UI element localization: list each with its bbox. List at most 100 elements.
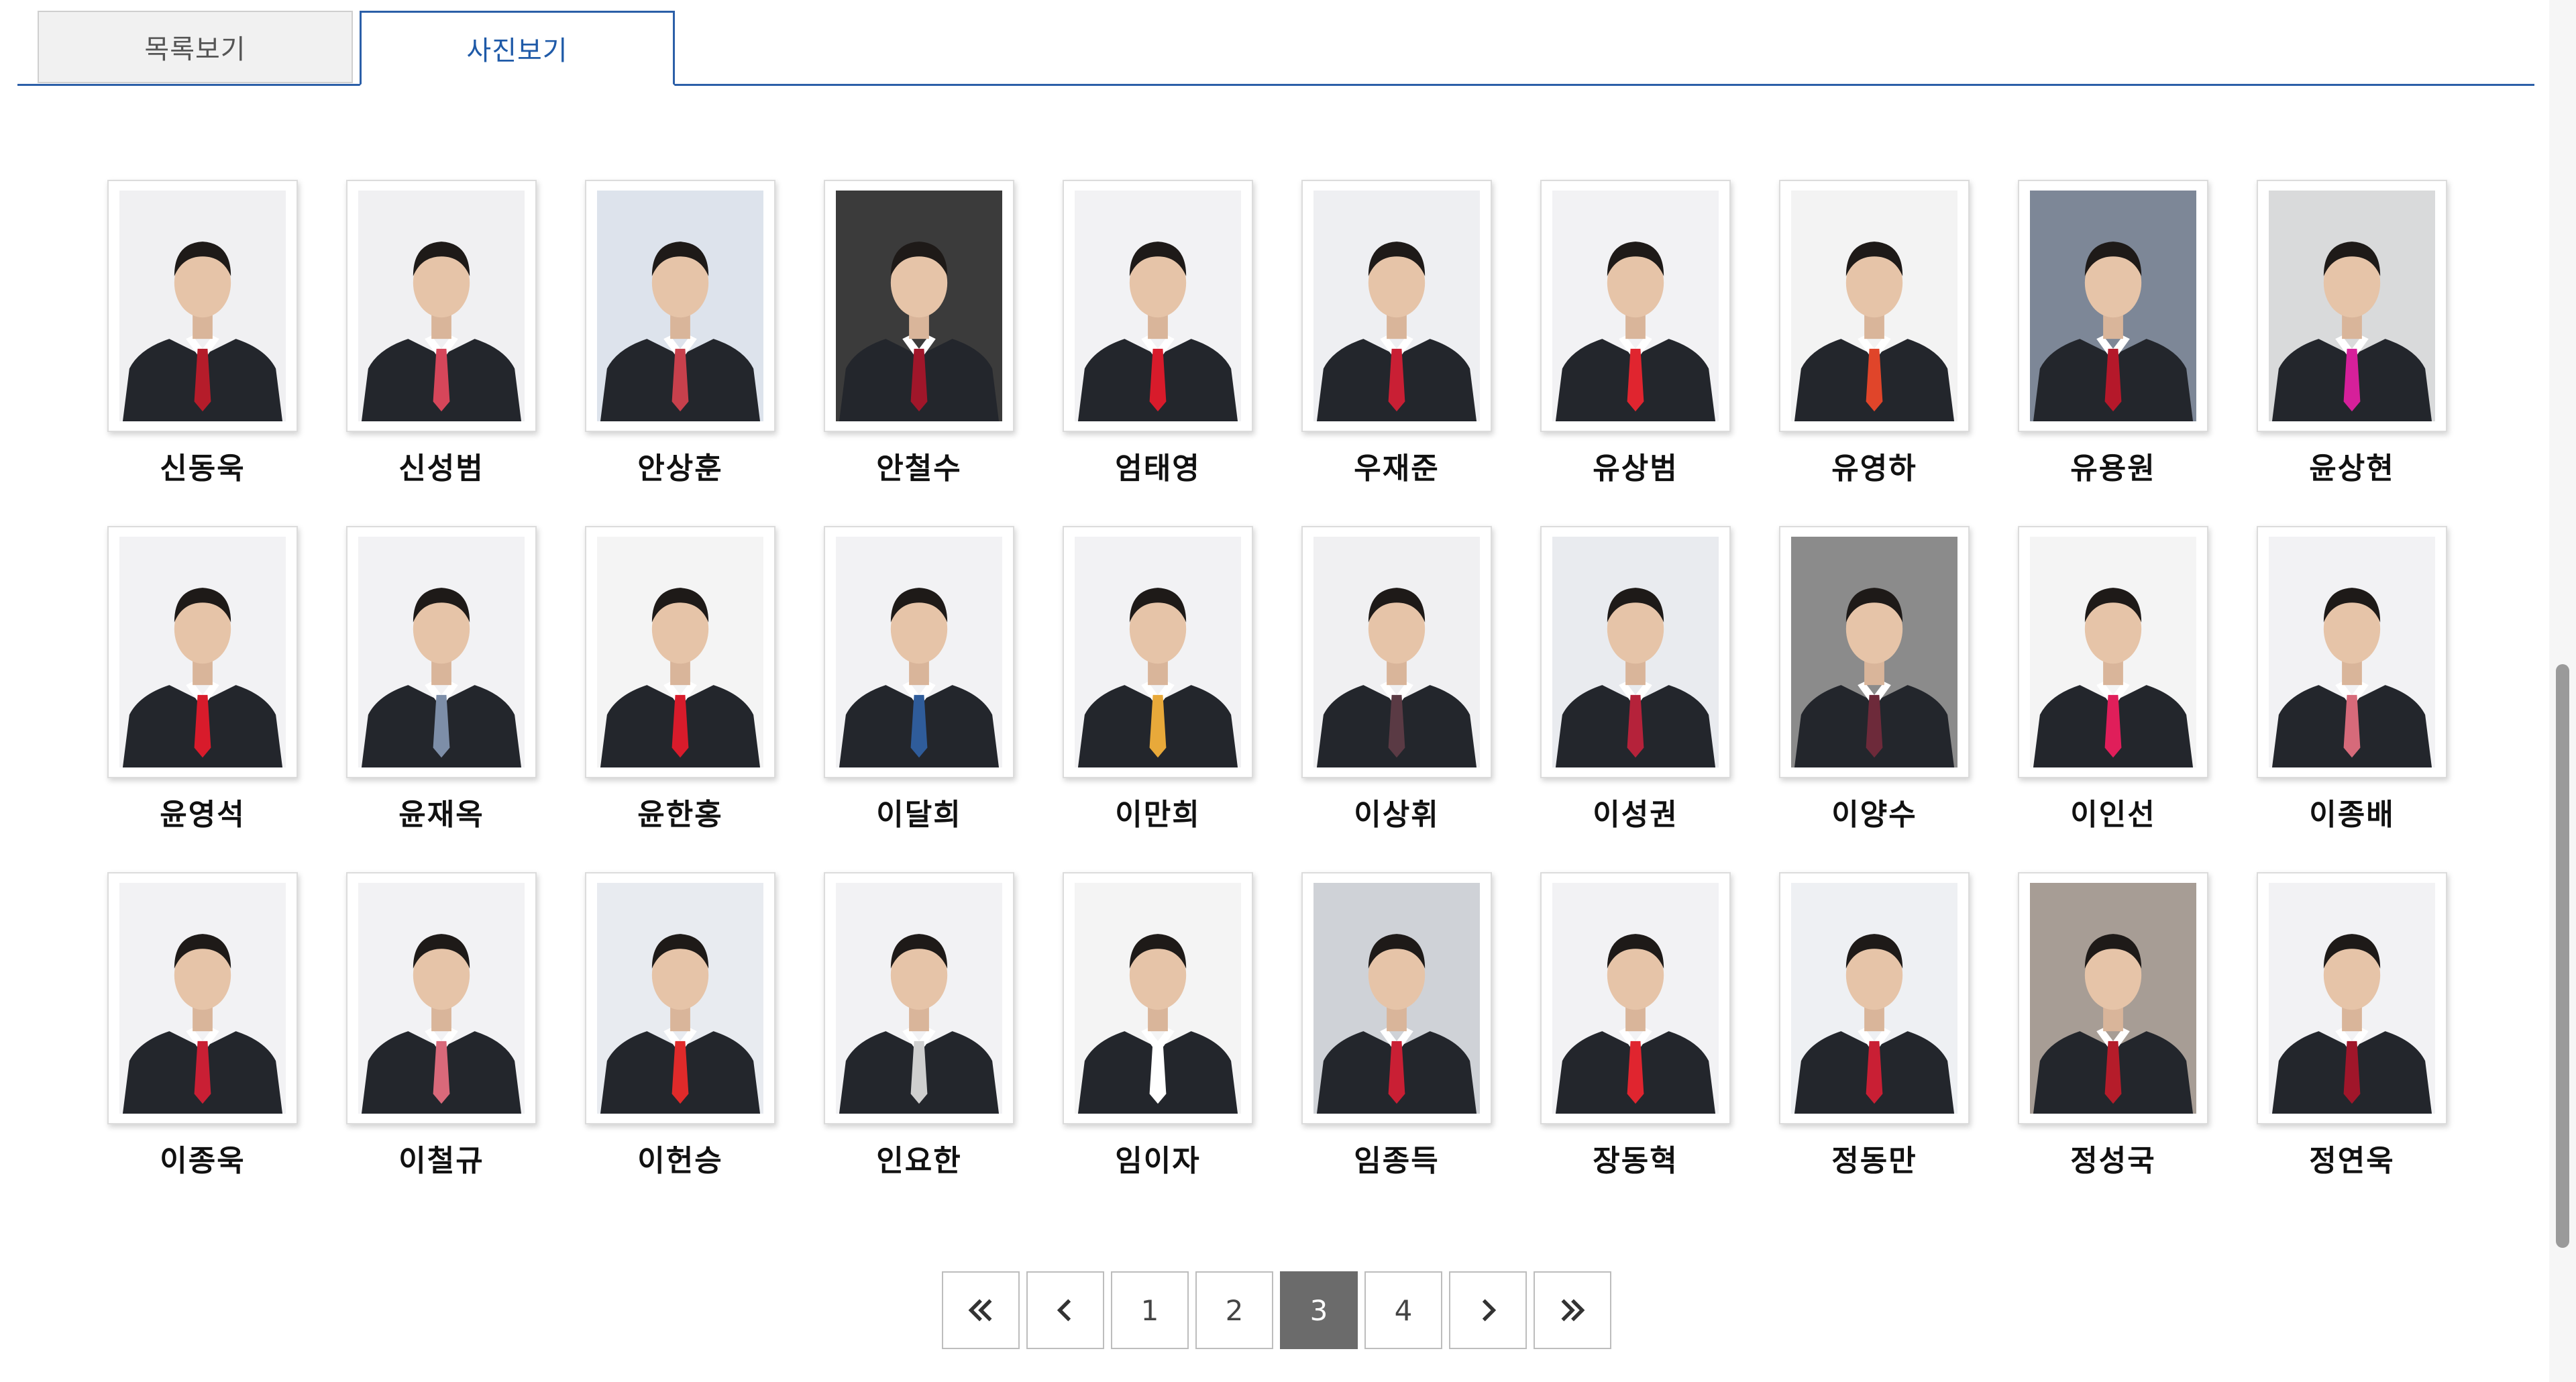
member-card[interactable]: 엄태영 <box>1038 180 1277 526</box>
member-card[interactable]: 신동욱 <box>83 180 322 526</box>
member-card[interactable]: 정성국 <box>1994 872 2233 1218</box>
member-name[interactable]: 임이자 <box>1115 1136 1200 1179</box>
member-card[interactable]: 이양수 <box>1755 526 1994 872</box>
member-card[interactable]: 우재준 <box>1277 180 1516 526</box>
member-name[interactable]: 윤재옥 <box>398 790 484 833</box>
member-portrait-image <box>119 191 286 421</box>
member-portrait-image <box>119 537 286 767</box>
portrait-frame <box>346 872 537 1124</box>
member-name[interactable]: 신성범 <box>398 444 484 487</box>
member-name[interactable]: 이만희 <box>1115 790 1200 833</box>
portrait-frame <box>2018 872 2208 1124</box>
portrait-frame <box>1779 872 1970 1124</box>
member-name[interactable]: 이양수 <box>1831 790 1917 833</box>
member-portrait-image <box>1313 537 1480 767</box>
scrollbar-track[interactable] <box>2549 0 2576 1382</box>
member-card[interactable]: 이성권 <box>1516 526 1755 872</box>
member-name[interactable]: 윤한홍 <box>637 790 722 833</box>
member-name[interactable]: 이상휘 <box>1354 790 1439 833</box>
member-card[interactable]: 윤재옥 <box>322 526 561 872</box>
portrait-frame <box>2018 526 2208 778</box>
chevron-left-icon <box>1057 1299 1071 1322</box>
member-card[interactable]: 임종득 <box>1277 872 1516 1218</box>
member-card[interactable]: 유영하 <box>1755 180 1994 526</box>
member-portrait-image <box>2030 883 2196 1114</box>
member-portrait-image <box>836 537 1002 767</box>
portrait-frame <box>585 872 775 1124</box>
portrait-frame <box>107 526 298 778</box>
pagination: 1 2 3 4 <box>942 1271 1611 1349</box>
member-name[interactable]: 정성국 <box>2070 1136 2155 1179</box>
member-name[interactable]: 장동혁 <box>1593 1136 1678 1179</box>
member-card[interactable]: 윤한홍 <box>561 526 800 872</box>
page-3-button[interactable]: 3 <box>1280 1271 1358 1349</box>
member-name[interactable]: 윤영석 <box>160 790 245 833</box>
tab-list-view[interactable]: 목록보기 <box>38 11 353 83</box>
member-card[interactable]: 임이자 <box>1038 872 1277 1218</box>
member-portrait-image <box>358 537 525 767</box>
page-4-button[interactable]: 4 <box>1364 1271 1442 1349</box>
member-name[interactable]: 이철규 <box>398 1136 484 1179</box>
member-portrait-image <box>1552 191 1719 421</box>
member-name[interactable]: 이성권 <box>1593 790 1678 833</box>
page-1-button[interactable]: 1 <box>1111 1271 1189 1349</box>
member-card[interactable]: 이달희 <box>800 526 1038 872</box>
member-card[interactable]: 정연욱 <box>2233 872 2471 1218</box>
member-name[interactable]: 유용원 <box>2070 444 2155 487</box>
scrollbar-thumb[interactable] <box>2556 664 2569 1248</box>
member-portrait-image <box>1075 883 1241 1114</box>
member-name[interactable]: 이종욱 <box>160 1136 245 1179</box>
member-card[interactable]: 이만희 <box>1038 526 1277 872</box>
member-card[interactable]: 이종배 <box>2233 526 2471 872</box>
member-name[interactable]: 정동만 <box>1831 1136 1917 1179</box>
member-name[interactable]: 안철수 <box>876 444 961 487</box>
member-name[interactable]: 이종배 <box>2309 790 2394 833</box>
member-portrait-image <box>2030 537 2196 767</box>
tab-photo-view[interactable]: 사진보기 <box>360 11 675 86</box>
prev-page-button[interactable] <box>1026 1271 1104 1349</box>
member-name[interactable]: 이인선 <box>2070 790 2155 833</box>
member-card[interactable]: 유용원 <box>1994 180 2233 526</box>
member-card[interactable]: 인요한 <box>800 872 1038 1218</box>
portrait-frame <box>2257 872 2447 1124</box>
member-name[interactable]: 안상훈 <box>637 444 722 487</box>
member-card[interactable]: 이철규 <box>322 872 561 1218</box>
portrait-frame <box>346 526 537 778</box>
member-name[interactable]: 신동욱 <box>160 444 245 487</box>
member-card[interactable]: 윤상현 <box>2233 180 2471 526</box>
first-page-button[interactable] <box>942 1271 1020 1349</box>
member-name[interactable]: 정연욱 <box>2309 1136 2394 1179</box>
member-portrait-image <box>358 883 525 1114</box>
next-page-button[interactable] <box>1449 1271 1527 1349</box>
member-portrait-image <box>2269 883 2435 1114</box>
member-card[interactable]: 안상훈 <box>561 180 800 526</box>
double-chevron-left-icon <box>968 1299 992 1322</box>
member-name[interactable]: 임종득 <box>1354 1136 1439 1179</box>
member-name[interactable]: 우재준 <box>1354 444 1439 487</box>
member-card[interactable]: 정동만 <box>1755 872 1994 1218</box>
member-name[interactable]: 유영하 <box>1831 444 1917 487</box>
member-card[interactable]: 신성범 <box>322 180 561 526</box>
member-portrait-image <box>597 191 763 421</box>
member-card[interactable]: 장동혁 <box>1516 872 1755 1218</box>
member-portrait-image <box>597 883 763 1114</box>
member-name[interactable]: 유상범 <box>1593 444 1678 487</box>
member-card[interactable]: 이상휘 <box>1277 526 1516 872</box>
member-card[interactable]: 이종욱 <box>83 872 322 1218</box>
member-portrait-image <box>836 883 1002 1114</box>
member-card[interactable]: 윤영석 <box>83 526 322 872</box>
page-2-button[interactable]: 2 <box>1195 1271 1273 1349</box>
member-card[interactable]: 유상범 <box>1516 180 1755 526</box>
member-name[interactable]: 이달희 <box>876 790 961 833</box>
member-name[interactable]: 윤상현 <box>2309 444 2394 487</box>
member-name[interactable]: 엄태영 <box>1115 444 1200 487</box>
member-name[interactable]: 인요한 <box>876 1136 961 1179</box>
view-tabs: 목록보기 사진보기 <box>17 11 2534 86</box>
portrait-frame <box>585 180 775 432</box>
last-page-button[interactable] <box>1534 1271 1611 1349</box>
member-card[interactable]: 이인선 <box>1994 526 2233 872</box>
member-card[interactable]: 이헌승 <box>561 872 800 1218</box>
double-chevron-right-icon <box>1561 1299 1585 1322</box>
member-card[interactable]: 안철수 <box>800 180 1038 526</box>
member-name[interactable]: 이헌승 <box>637 1136 722 1179</box>
